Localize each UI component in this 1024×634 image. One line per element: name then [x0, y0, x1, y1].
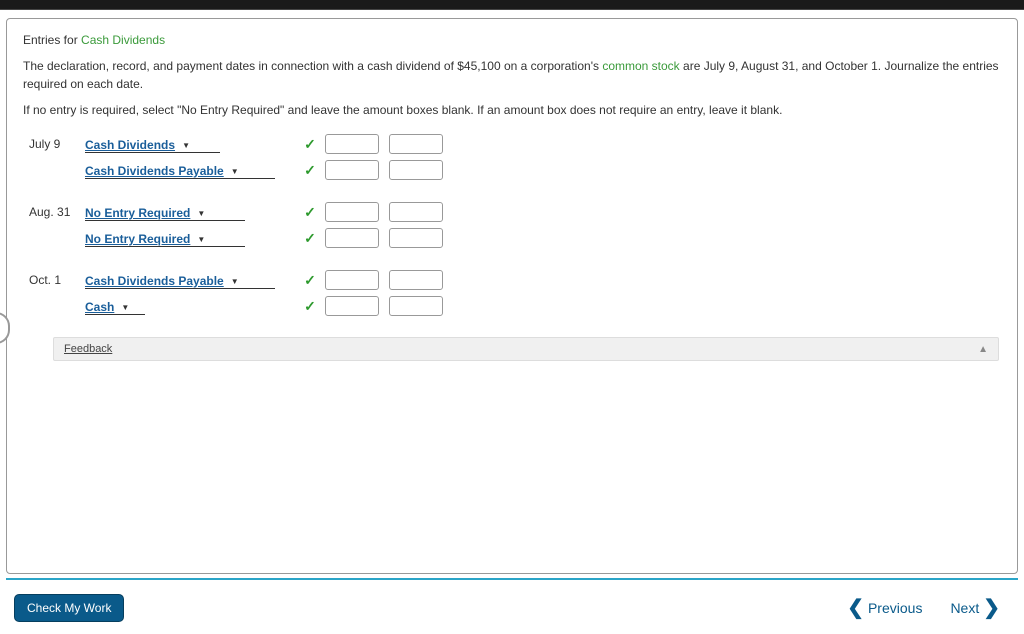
check-icon: ✓	[304, 204, 316, 220]
next-label: Next	[950, 600, 979, 616]
check-icon: ✓	[304, 272, 316, 288]
dropdown-text: Cash Dividends Payable	[85, 274, 228, 288]
footer-bar: Check My Work ❮ Previous Next ❯	[6, 578, 1018, 628]
feedback-bar[interactable]: Feedback ▲	[53, 337, 999, 361]
nav-group: ❮ Previous Next ❯	[847, 598, 1000, 618]
account-dropdown[interactable]: Cash Dividends Payable ▼	[85, 161, 275, 179]
dropdown-text: Cash Dividends	[85, 138, 179, 152]
credit-input[interactable]	[389, 160, 443, 180]
check-icon: ✓	[304, 230, 316, 246]
dropdown-text: No Entry Required	[85, 232, 194, 246]
problem-text: The declaration, record, and payment dat…	[23, 57, 1001, 93]
problem-text-a: The declaration, record, and payment dat…	[23, 59, 602, 73]
dropdown-text: Cash Dividends Payable	[85, 164, 228, 178]
debit-input[interactable]	[325, 160, 379, 180]
check-icon: ✓	[304, 298, 316, 314]
chevron-right-icon: ❯	[983, 598, 1000, 618]
feedback-label[interactable]: Feedback	[64, 343, 112, 355]
debit-input[interactable]	[325, 202, 379, 222]
credit-input[interactable]	[389, 202, 443, 222]
chevron-down-icon: ▼	[194, 206, 208, 220]
dropdown-text: No Entry Required	[85, 206, 194, 220]
window-top-bar	[0, 0, 1024, 10]
credit-input[interactable]	[389, 270, 443, 290]
previous-label: Previous	[868, 600, 922, 616]
debit-input[interactable]	[325, 134, 379, 154]
journal-row: Cash Dividends Payable ▼ ✓	[29, 157, 1001, 183]
check-icon: ✓	[304, 136, 316, 152]
account-dropdown[interactable]: Cash Dividends ▼	[85, 135, 220, 153]
instructions: If no entry is required, select "No Entr…	[23, 101, 1001, 119]
account-dropdown[interactable]: Cash Dividends Payable ▼	[85, 271, 275, 289]
debit-input[interactable]	[325, 228, 379, 248]
date-label: Aug. 31	[29, 205, 85, 219]
journal-row: July 9 Cash Dividends ▼ ✓	[29, 131, 1001, 157]
chevron-down-icon: ▼	[179, 138, 193, 152]
debit-input[interactable]	[325, 270, 379, 290]
journal-row: Cash ▼ ✓	[29, 293, 1001, 319]
date-label: Oct. 1	[29, 273, 85, 287]
account-dropdown[interactable]: Cash ▼	[85, 297, 145, 315]
collapse-icon[interactable]: ▲	[978, 344, 988, 355]
credit-input[interactable]	[389, 228, 443, 248]
journal-row: Aug. 31 No Entry Required ▼ ✓	[29, 199, 1001, 225]
debit-input[interactable]	[325, 296, 379, 316]
question-panel: Entries for Cash Dividends The declarati…	[6, 18, 1018, 574]
journal-group-oct1: Oct. 1 Cash Dividends Payable ▼ ✓ Cash ▼	[29, 267, 1001, 319]
previous-button[interactable]: ❮ Previous	[847, 598, 922, 618]
account-dropdown[interactable]: No Entry Required ▼	[85, 203, 245, 221]
account-dropdown[interactable]: No Entry Required ▼	[85, 229, 245, 247]
journal-entries: July 9 Cash Dividends ▼ ✓ Cash Dividends…	[29, 131, 1001, 319]
dropdown-text: Cash	[85, 300, 118, 314]
journal-row: No Entry Required ▼ ✓	[29, 225, 1001, 251]
question-title: Entries for Cash Dividends	[23, 33, 1001, 47]
credit-input[interactable]	[389, 134, 443, 154]
common-stock-link[interactable]: common stock	[602, 59, 679, 73]
credit-input[interactable]	[389, 296, 443, 316]
date-label: July 9	[29, 137, 85, 151]
title-link[interactable]: Cash Dividends	[81, 33, 165, 47]
journal-group-july9: July 9 Cash Dividends ▼ ✓ Cash Dividends…	[29, 131, 1001, 183]
journal-group-aug31: Aug. 31 No Entry Required ▼ ✓ No Entry R…	[29, 199, 1001, 251]
check-icon: ✓	[304, 162, 316, 178]
chevron-down-icon: ▼	[228, 164, 242, 178]
title-prefix: Entries for	[23, 33, 81, 47]
chevron-down-icon: ▼	[118, 300, 132, 314]
check-my-work-button[interactable]: Check My Work	[14, 594, 124, 622]
chevron-down-icon: ▼	[228, 274, 242, 288]
journal-row: Oct. 1 Cash Dividends Payable ▼ ✓	[29, 267, 1001, 293]
chevron-down-icon: ▼	[194, 232, 208, 246]
next-button[interactable]: Next ❯	[950, 598, 1000, 618]
chevron-left-icon: ❮	[847, 598, 864, 618]
